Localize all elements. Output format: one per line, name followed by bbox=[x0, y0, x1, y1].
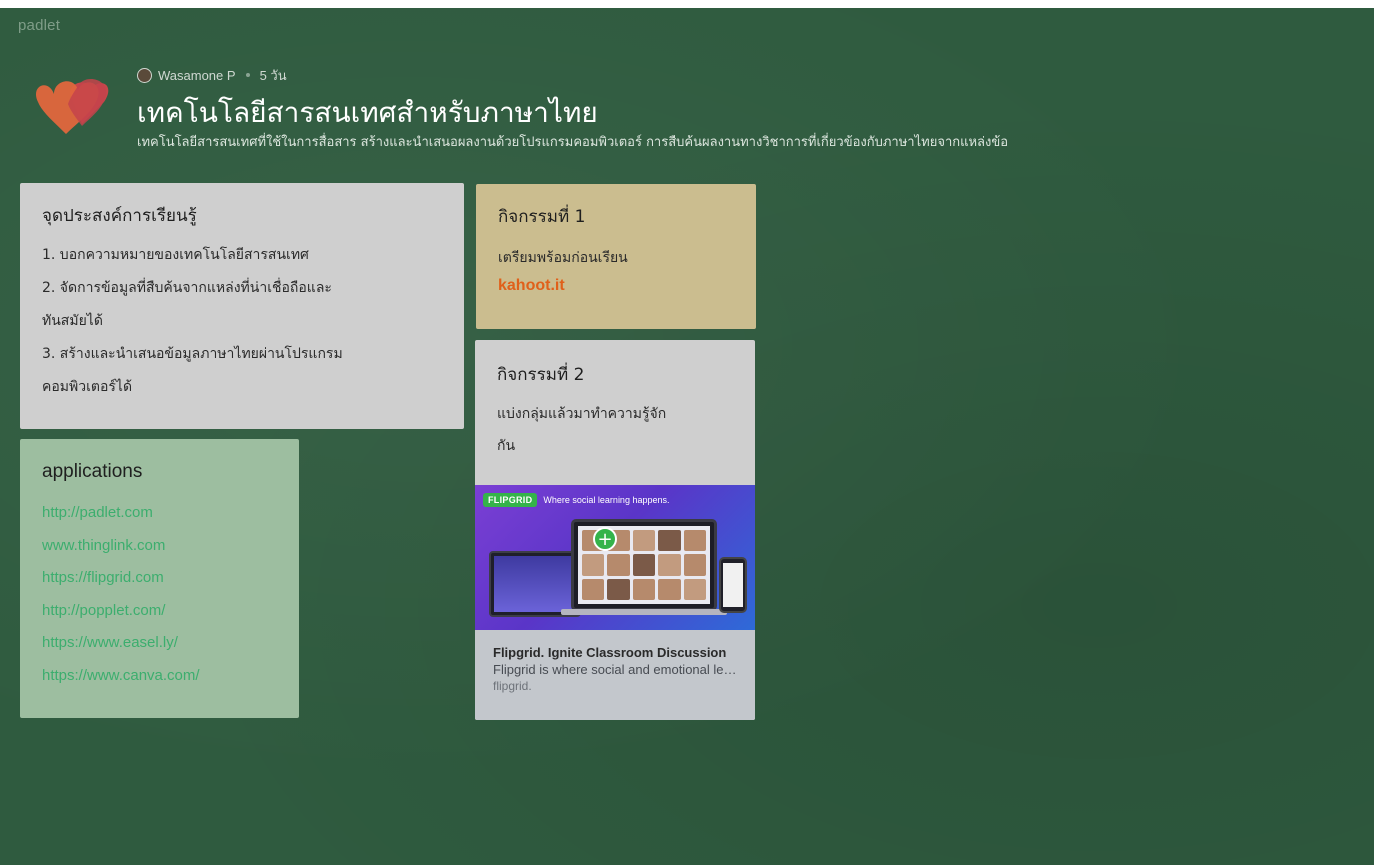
flipgrid-tagline: Where social learning happens. bbox=[543, 495, 670, 505]
body-line: แบ่งกลุ่มแล้วมาทำความรู้จัก bbox=[497, 406, 667, 422]
post-body: 1. บอกความหมายของเทคโนโลยีสารสนเทศ 2. จั… bbox=[42, 239, 442, 404]
phone-device bbox=[719, 557, 747, 613]
link-padlet[interactable]: http://padlet.com bbox=[42, 497, 277, 530]
objective-line: ทันสมัยได้ bbox=[42, 313, 103, 329]
link-flipgrid[interactable]: https://flipgrid.com bbox=[42, 562, 277, 595]
post-activity-1[interactable]: กิจกรรมที่ 1 เตรียมพร้อมก่อนเรียน kahoot… bbox=[476, 184, 756, 329]
separator-dot bbox=[245, 73, 250, 77]
post-body: แบ่งกลุ่มแล้วมาทำความรู้จัก กัน bbox=[497, 398, 733, 462]
post-applications[interactable]: applications http://padlet.com www.thing… bbox=[20, 439, 299, 718]
body-line: กัน bbox=[497, 438, 516, 454]
post-title: กิจกรรมที่ 2 bbox=[497, 365, 585, 385]
preview-title: Flipgrid. Ignite Classroom Discussion bbox=[493, 645, 727, 660]
post-title: applications bbox=[42, 461, 143, 482]
board-title: เทคโนโลยีสารสนเทศสำหรับภาษาไทย bbox=[137, 96, 598, 129]
padlet-brand[interactable]: padlet bbox=[18, 17, 60, 34]
objective-line: 1. บอกความหมายของเทคโนโลยีสารสนเทศ bbox=[42, 247, 309, 263]
link-preview-meta[interactable]: Flipgrid. Ignite Classroom Discussion Fl… bbox=[475, 630, 755, 720]
objective-line: คอมพิวเตอร์ได้ bbox=[42, 379, 133, 395]
post-objectives[interactable]: จุดประสงค์การเรียนรู้ 1. บอกความหมายของเ… bbox=[20, 183, 464, 429]
link-popplet[interactable]: http://popplet.com/ bbox=[42, 595, 277, 628]
plus-icon: + bbox=[593, 527, 617, 551]
preview-source: flipgrid. bbox=[493, 679, 532, 693]
flipgrid-banner: FLIPGRID Where social learning happens. bbox=[483, 493, 669, 507]
author-row: Wasamone P 5 วัน bbox=[137, 66, 287, 84]
flipgrid-logo: FLIPGRID bbox=[483, 493, 538, 507]
top-strip bbox=[0, 0, 1374, 8]
post-time: 5 วัน bbox=[259, 67, 287, 83]
post-activity-2[interactable]: กิจกรรมที่ 2 แบ่งกลุ่มแล้วมาทำความรู้จัก… bbox=[475, 340, 755, 720]
preview-description: Flipgrid is where social and emotional l… bbox=[493, 662, 737, 677]
laptop-base bbox=[561, 609, 727, 615]
author-name[interactable]: Wasamone P bbox=[158, 68, 236, 83]
post-body: เตรียมพร้อมก่อนเรียน bbox=[498, 250, 628, 266]
post-title: จุดประสงค์การเรียนรู้ bbox=[42, 206, 197, 226]
board-description: เทคโนโลยีสารสนเทศที่ใช้ในการสื่อสาร สร้า… bbox=[137, 135, 1009, 150]
hearts-icon bbox=[35, 79, 109, 134]
user-avatar-icon[interactable] bbox=[137, 67, 152, 83]
tablet-device bbox=[489, 551, 581, 617]
link-thinglink[interactable]: www.thinglink.com bbox=[42, 530, 277, 563]
link-preview-image[interactable]: FLIPGRID Where social learning happens. … bbox=[475, 485, 755, 630]
link-canva[interactable]: https://www.canva.com/ bbox=[42, 660, 277, 693]
objective-line: 3. สร้างและนำเสนอข้อมูลภาษาไทยผ่านโปรแกร… bbox=[42, 346, 343, 362]
objective-line: 2. จัดการข้อมูลที่สืบค้นจากแหล่งที่น่าเช… bbox=[42, 280, 332, 296]
link-kahoot[interactable]: kahoot.it bbox=[498, 277, 565, 294]
laptop-device bbox=[571, 519, 717, 611]
post-title: กิจกรรมที่ 1 bbox=[498, 207, 586, 227]
link-easelly[interactable]: https://www.easel.ly/ bbox=[42, 627, 277, 660]
